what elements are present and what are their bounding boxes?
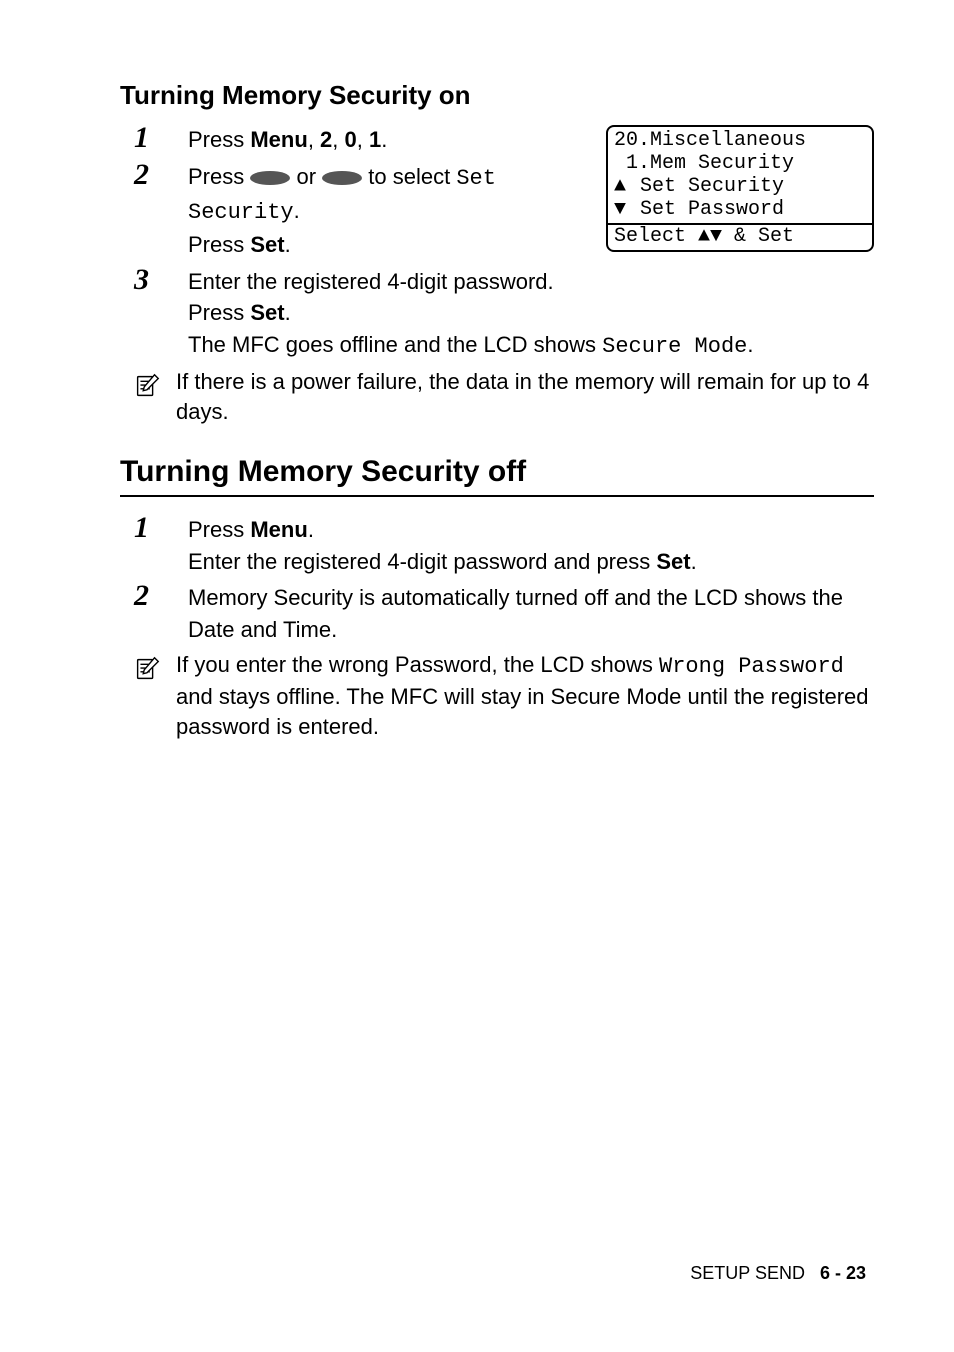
step1-number: 1 [120, 123, 188, 153]
set-key-label-2: Set [250, 300, 284, 325]
note2-body: If you enter the wrong Password, the LCD… [176, 650, 874, 741]
menu-key-label-2: Menu [250, 517, 307, 542]
nav-key-left-icon [250, 171, 290, 185]
step2-body: Press or to select Set Security. Press S… [188, 161, 586, 261]
down-arrow-icon: ▼ [614, 198, 628, 221]
step2-or: or [290, 164, 322, 189]
lcd-line1: 20.Miscellaneous [614, 129, 866, 152]
step1-sep3: , [357, 127, 369, 152]
step2-txt2: to select [362, 164, 456, 189]
secure-mode-code: Secure Mode [602, 334, 747, 359]
step1-text: Press [188, 127, 250, 152]
step2-line2a: Press [188, 232, 250, 257]
nav-key-right-icon [322, 171, 362, 185]
section2-title: Turning Memory Security off [120, 455, 874, 489]
section1-title: Turning Memory Security on [120, 80, 874, 111]
note2-b: and stays offline. The MFC will stay in … [176, 684, 869, 739]
lcd-line3-text: Set Security [628, 175, 784, 198]
note1-body: If there is a power failure, the data in… [176, 367, 874, 426]
lcd-display: 20.Miscellaneous 1.Mem Security ▲ Set Se… [606, 125, 874, 252]
note-icon [132, 367, 166, 426]
s2s1-l1c: . [308, 517, 314, 542]
step3-l2c: . [285, 300, 291, 325]
set-key-label-3: Set [656, 549, 690, 574]
lcd-line2: 1.Mem Security [614, 152, 866, 175]
section2-rule [120, 495, 874, 497]
step1-end: . [381, 127, 387, 152]
s2-step1-body: Press Menu. Enter the registered 4-digit… [188, 514, 874, 578]
step2-txt1: Press [188, 164, 250, 189]
lcd-line5: Select ▲▼ & Set [608, 223, 872, 250]
step3-l3c: . [747, 332, 753, 357]
step3-number: 3 [120, 265, 188, 295]
step2-txt3: . [294, 198, 300, 223]
step1-sep2: , [332, 127, 344, 152]
note2-a: If you enter the wrong Password, the LCD… [176, 652, 659, 677]
set-key-label-1: Set [250, 232, 284, 257]
step3-l2a: Press [188, 300, 250, 325]
menu-key-label: Menu [250, 127, 307, 152]
s2-step1-number: 1 [120, 513, 188, 543]
digit-0: 0 [345, 127, 357, 152]
step2-line2c: . [285, 232, 291, 257]
up-arrow-icon: ▲ [614, 175, 628, 198]
s2-step2-number: 2 [120, 581, 188, 611]
step3-l1: Enter the registered 4-digit password. [188, 269, 554, 294]
step1-sep1: , [308, 127, 320, 152]
step2-number: 2 [120, 160, 188, 190]
s2s1-l2c: . [691, 549, 697, 574]
footer-section: SETUP SEND [690, 1263, 805, 1283]
page-footer: SETUP SEND 6 - 23 [690, 1263, 866, 1284]
s2s1-l1a: Press [188, 517, 250, 542]
footer-page: 6 - 23 [820, 1263, 866, 1283]
step1-body: Press Menu, 2, 0, 1. [188, 124, 586, 156]
s2-step2-body: Memory Security is automatically turned … [188, 582, 874, 646]
lcd-line3: ▲ Set Security [614, 175, 866, 198]
lcd-line4-text: Set Password [628, 198, 784, 221]
digit-2: 2 [320, 127, 332, 152]
step3-l3a: The MFC goes offline and the LCD shows [188, 332, 602, 357]
s2s1-l2a: Enter the registered 4-digit password an… [188, 549, 656, 574]
note-icon [132, 650, 166, 741]
step3-body: Enter the registered 4-digit password. P… [188, 266, 874, 364]
lcd-line4: ▼ Set Password [614, 198, 866, 221]
wrong-password-code: Wrong Password [659, 654, 844, 679]
digit-1: 1 [369, 127, 381, 152]
